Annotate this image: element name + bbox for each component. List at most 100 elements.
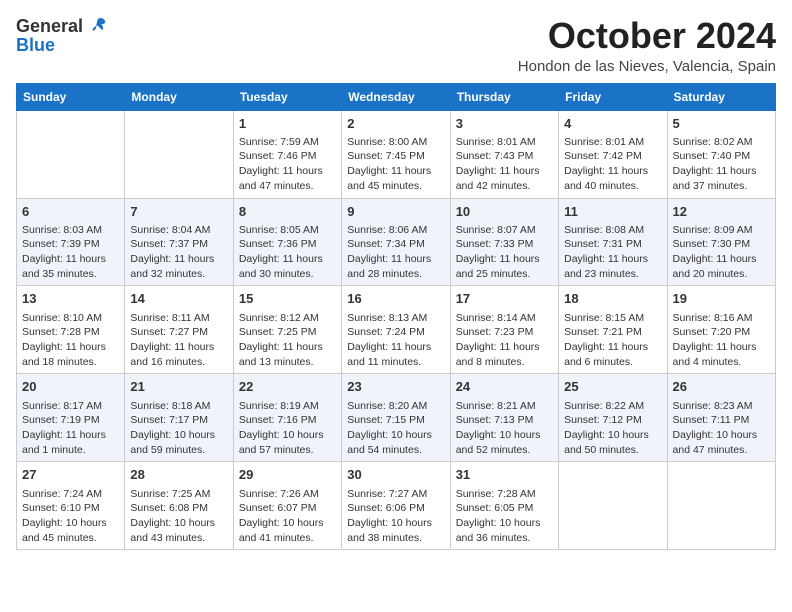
day-number: 18 xyxy=(564,290,661,308)
day-number: 2 xyxy=(347,115,444,133)
day-number: 14 xyxy=(130,290,227,308)
day-info: Sunrise: 8:01 AMSunset: 7:43 PMDaylight:… xyxy=(456,135,553,194)
column-header-tuesday: Tuesday xyxy=(233,83,341,110)
column-header-friday: Friday xyxy=(559,83,667,110)
day-info: Sunrise: 8:18 AMSunset: 7:17 PMDaylight:… xyxy=(130,399,227,458)
calendar-cell: 17 Sunrise: 8:14 AMSunset: 7:23 PMDayligh… xyxy=(450,286,558,374)
column-header-sunday: Sunday xyxy=(17,83,125,110)
calendar-week-row: 20 Sunrise: 8:17 AMSunset: 7:19 PMDayligh… xyxy=(17,374,776,462)
calendar-cell: 7 Sunrise: 8:04 AMSunset: 7:37 PMDaylight… xyxy=(125,198,233,286)
calendar-cell: 25 Sunrise: 8:22 AMSunset: 7:12 PMDayligh… xyxy=(559,374,667,462)
day-info: Sunrise: 8:15 AMSunset: 7:21 PMDaylight:… xyxy=(564,311,661,370)
calendar-week-row: 1 Sunrise: 7:59 AMSunset: 7:46 PMDaylight… xyxy=(17,110,776,198)
day-number: 29 xyxy=(239,466,336,484)
day-info: Sunrise: 8:20 AMSunset: 7:15 PMDaylight:… xyxy=(347,399,444,458)
calendar-cell: 29 Sunrise: 7:26 AMSunset: 6:07 PMDayligh… xyxy=(233,462,341,550)
calendar-cell: 28Sunrise: 7:25 AMSunset: 6:08 PMDayligh… xyxy=(125,462,233,550)
day-info: Sunrise: 8:01 AMSunset: 7:42 PMDaylight:… xyxy=(564,135,661,194)
day-info: Sunrise: 8:23 AMSunset: 7:11 PMDaylight:… xyxy=(673,399,770,458)
day-info: Sunrise: 8:04 AMSunset: 7:37 PMDaylight:… xyxy=(130,223,227,282)
calendar-cell: 11Sunrise: 8:08 AMSunset: 7:31 PMDayligh… xyxy=(559,198,667,286)
calendar-cell: 13 Sunrise: 8:10 AMSunset: 7:28 PMDayligh… xyxy=(17,286,125,374)
day-number: 25 xyxy=(564,378,661,396)
day-info: Sunrise: 8:07 AMSunset: 7:33 PMDaylight:… xyxy=(456,223,553,282)
calendar-cell: 23Sunrise: 8:20 AMSunset: 7:15 PMDayligh… xyxy=(342,374,450,462)
calendar-cell: 18 Sunrise: 8:15 AMSunset: 7:21 PMDayligh… xyxy=(559,286,667,374)
calendar-cell: 8 Sunrise: 8:05 AMSunset: 7:36 PMDaylight… xyxy=(233,198,341,286)
calendar-cell xyxy=(667,462,775,550)
day-info: Sunrise: 7:59 AMSunset: 7:46 PMDaylight:… xyxy=(239,135,336,194)
calendar-cell: 5Sunrise: 8:02 AMSunset: 7:40 PMDaylight… xyxy=(667,110,775,198)
calendar-cell: 21 Sunrise: 8:18 AMSunset: 7:17 PMDayligh… xyxy=(125,374,233,462)
day-number: 8 xyxy=(239,203,336,221)
day-number: 17 xyxy=(456,290,553,308)
column-header-thursday: Thursday xyxy=(450,83,558,110)
logo-blue-text: Blue xyxy=(16,35,55,56)
day-number: 16 xyxy=(347,290,444,308)
day-info: Sunrise: 7:25 AMSunset: 6:08 PMDaylight:… xyxy=(130,487,227,546)
day-number: 10 xyxy=(456,203,553,221)
calendar-week-row: 27 Sunrise: 7:24 AMSunset: 6:10 PMDayligh… xyxy=(17,462,776,550)
day-number: 20 xyxy=(22,378,119,396)
day-info: Sunrise: 8:06 AMSunset: 7:34 PMDaylight:… xyxy=(347,223,444,282)
day-info: Sunrise: 7:27 AMSunset: 6:06 PMDaylight:… xyxy=(347,487,444,546)
calendar-cell: 30 Sunrise: 7:27 AMSunset: 6:06 PMDayligh… xyxy=(342,462,450,550)
day-number: 15 xyxy=(239,290,336,308)
day-info: Sunrise: 8:14 AMSunset: 7:23 PMDaylight:… xyxy=(456,311,553,370)
calendar-cell xyxy=(559,462,667,550)
calendar-cell: 3 Sunrise: 8:01 AMSunset: 7:43 PMDaylight… xyxy=(450,110,558,198)
day-info: Sunrise: 8:17 AMSunset: 7:19 PMDaylight:… xyxy=(22,399,119,458)
calendar-cell: 10 Sunrise: 8:07 AMSunset: 7:33 PMDayligh… xyxy=(450,198,558,286)
logo: General Blue xyxy=(16,16,108,56)
day-number: 31 xyxy=(456,466,553,484)
day-info: Sunrise: 8:00 AMSunset: 7:45 PMDaylight:… xyxy=(347,135,444,194)
calendar-cell: 20 Sunrise: 8:17 AMSunset: 7:19 PMDayligh… xyxy=(17,374,125,462)
day-number: 6 xyxy=(22,203,119,221)
calendar-cell: 1 Sunrise: 7:59 AMSunset: 7:46 PMDaylight… xyxy=(233,110,341,198)
day-info: Sunrise: 7:26 AMSunset: 6:07 PMDaylight:… xyxy=(239,487,336,546)
day-info: Sunrise: 8:05 AMSunset: 7:36 PMDaylight:… xyxy=(239,223,336,282)
day-number: 21 xyxy=(130,378,227,396)
calendar-cell: 15Sunrise: 8:12 AMSunset: 7:25 PMDayligh… xyxy=(233,286,341,374)
column-header-wednesday: Wednesday xyxy=(342,83,450,110)
day-number: 11 xyxy=(564,203,661,221)
day-number: 7 xyxy=(130,203,227,221)
title-area: October 2024 Hondon de las Nieves, Valen… xyxy=(518,16,776,75)
day-number: 9 xyxy=(347,203,444,221)
day-number: 22 xyxy=(239,378,336,396)
day-number: 27 xyxy=(22,466,119,484)
day-info: Sunrise: 8:11 AMSunset: 7:27 PMDaylight:… xyxy=(130,311,227,370)
calendar-cell: 27 Sunrise: 7:24 AMSunset: 6:10 PMDayligh… xyxy=(17,462,125,550)
day-info: Sunrise: 8:03 AMSunset: 7:39 PMDaylight:… xyxy=(22,223,119,282)
logo-bird-icon xyxy=(86,15,108,37)
day-info: Sunrise: 8:13 AMSunset: 7:24 PMDaylight:… xyxy=(347,311,444,370)
calendar-cell: 19 Sunrise: 8:16 AMSunset: 7:20 PMDayligh… xyxy=(667,286,775,374)
day-info: Sunrise: 8:16 AMSunset: 7:20 PMDaylight:… xyxy=(673,311,770,370)
calendar-cell: 12Sunrise: 8:09 AMSunset: 7:30 PMDayligh… xyxy=(667,198,775,286)
day-info: Sunrise: 8:22 AMSunset: 7:12 PMDaylight:… xyxy=(564,399,661,458)
logo-general-text: General xyxy=(16,16,83,37)
calendar-cell: 14 Sunrise: 8:11 AMSunset: 7:27 PMDayligh… xyxy=(125,286,233,374)
calendar-cell xyxy=(17,110,125,198)
month-title: October 2024 xyxy=(518,16,776,56)
calendar-table: SundayMondayTuesdayWednesdayThursdayFrid… xyxy=(16,83,776,551)
day-info: Sunrise: 8:21 AMSunset: 7:13 PMDaylight:… xyxy=(456,399,553,458)
calendar-cell: 22 Sunrise: 8:19 AMSunset: 7:16 PMDayligh… xyxy=(233,374,341,462)
day-number: 19 xyxy=(673,290,770,308)
day-number: 13 xyxy=(22,290,119,308)
day-info: Sunrise: 8:19 AMSunset: 7:16 PMDaylight:… xyxy=(239,399,336,458)
calendar-cell: 4Sunrise: 8:01 AMSunset: 7:42 PMDaylight… xyxy=(559,110,667,198)
day-info: Sunrise: 8:10 AMSunset: 7:28 PMDaylight:… xyxy=(22,311,119,370)
day-number: 1 xyxy=(239,115,336,133)
calendar-cell: 31Sunrise: 7:28 AMSunset: 6:05 PMDayligh… xyxy=(450,462,558,550)
calendar-header-row: SundayMondayTuesdayWednesdayThursdayFrid… xyxy=(17,83,776,110)
day-number: 5 xyxy=(673,115,770,133)
calendar-cell: 24Sunrise: 8:21 AMSunset: 7:13 PMDayligh… xyxy=(450,374,558,462)
column-header-saturday: Saturday xyxy=(667,83,775,110)
day-number: 30 xyxy=(347,466,444,484)
day-number: 3 xyxy=(456,115,553,133)
column-header-monday: Monday xyxy=(125,83,233,110)
calendar-week-row: 6 Sunrise: 8:03 AMSunset: 7:39 PMDaylight… xyxy=(17,198,776,286)
calendar-cell: 26Sunrise: 8:23 AMSunset: 7:11 PMDayligh… xyxy=(667,374,775,462)
day-info: Sunrise: 7:24 AMSunset: 6:10 PMDaylight:… xyxy=(22,487,119,546)
